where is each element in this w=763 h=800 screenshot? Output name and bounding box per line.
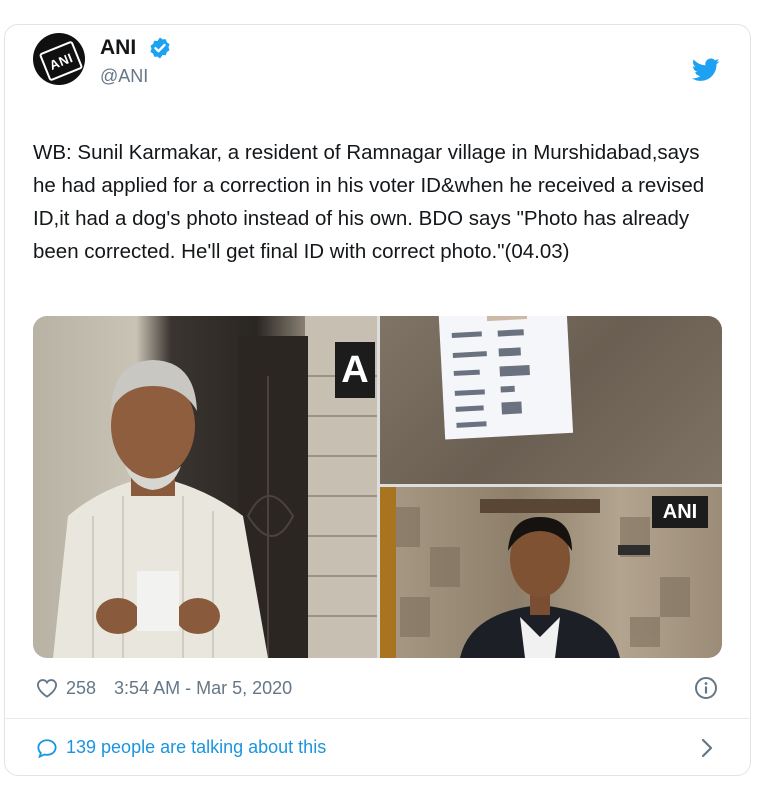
media-photo-id-card[interactable] bbox=[380, 316, 722, 484]
author-name[interactable]: ANI bbox=[100, 36, 136, 60]
heart-icon[interactable] bbox=[36, 678, 58, 698]
tweet-media[interactable]: A ANI bbox=[33, 316, 722, 658]
ani-watermark-a: A bbox=[335, 342, 375, 398]
divider bbox=[5, 718, 750, 719]
conversation-link[interactable]: 139 people are talking about this bbox=[36, 737, 326, 758]
author-handle[interactable]: @ANI bbox=[100, 66, 148, 87]
ani-logo: ANI bbox=[38, 40, 84, 82]
tweet-meta: 258 3:54 AM - Mar 5, 2020 bbox=[36, 676, 292, 700]
tweet-timestamp[interactable]: 3:54 AM - Mar 5, 2020 bbox=[114, 678, 292, 699]
ani-watermark: ANI bbox=[652, 496, 708, 528]
info-icon[interactable] bbox=[694, 676, 718, 700]
tweet-text: WB: Sunil Karmakar, a resident of Ramnag… bbox=[33, 141, 705, 263]
man-holding-card-illustration bbox=[53, 316, 377, 658]
chevron-right-icon[interactable] bbox=[700, 738, 714, 758]
verified-icon bbox=[150, 37, 170, 59]
like-count[interactable]: 258 bbox=[66, 678, 96, 699]
talking-label: 139 people are talking about this bbox=[66, 737, 327, 757]
avatar[interactable]: ANI bbox=[33, 33, 85, 85]
media-photo-official[interactable]: ANI bbox=[380, 487, 722, 658]
speech-bubble-icon bbox=[37, 738, 57, 758]
twitter-bird-icon[interactable] bbox=[692, 58, 720, 82]
media-photo-man[interactable]: A bbox=[33, 316, 377, 658]
id-card-illustration bbox=[438, 316, 574, 440]
